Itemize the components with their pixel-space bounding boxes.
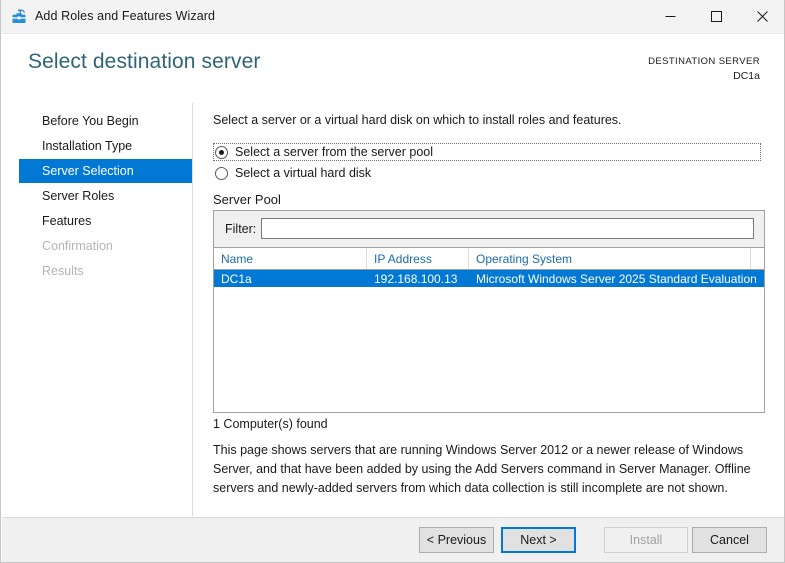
- help-text: This page shows servers that are running…: [213, 443, 751, 495]
- wizard-content: Select a server or a virtual hard disk o…: [194, 103, 784, 516]
- sidebar-item-label: Installation Type: [42, 139, 133, 153]
- column-header-name[interactable]: Name: [214, 248, 367, 269]
- table-row[interactable]: DC1a 192.168.100.13 Microsoft Windows Se…: [214, 270, 764, 287]
- wizard-footer: < Previous Next > Install Cancel: [2, 517, 784, 562]
- computers-found-text: 1 Computer(s) found: [213, 417, 328, 431]
- sidebar-item-installation-type[interactable]: Installation Type: [19, 134, 192, 158]
- sidebar-item-confirmation: Confirmation: [19, 234, 192, 258]
- sidebar-item-results: Results: [19, 259, 192, 283]
- sidebar-item-label: Confirmation: [42, 239, 113, 253]
- sidebar-item-features[interactable]: Features: [19, 209, 192, 233]
- radio-select-virtual-hard-disk[interactable]: Select a virtual hard disk: [213, 164, 413, 182]
- filter-label: Filter:: [225, 222, 257, 236]
- destination-server-value: DC1a: [733, 70, 760, 82]
- sidebar-item-label: Features: [42, 214, 92, 228]
- server-table-header: Name IP Address Operating System: [214, 248, 764, 270]
- sidebar-item-label: Results: [42, 264, 84, 278]
- intro-text: Select a server or a virtual hard disk o…: [213, 113, 622, 127]
- server-pool-group-label: Server Pool: [213, 192, 281, 207]
- column-header-operating-system[interactable]: Operating System: [469, 248, 751, 269]
- minimize-icon[interactable]: [647, 0, 693, 33]
- radio-label: Select a virtual hard disk: [235, 166, 372, 180]
- previous-button[interactable]: < Previous: [419, 527, 494, 553]
- page-title: Select destination server: [28, 50, 261, 73]
- radio-select-server-from-pool[interactable]: Select a server from the server pool: [213, 143, 761, 161]
- close-icon[interactable]: [739, 0, 784, 33]
- radio-label: Select a server from the server pool: [235, 145, 433, 159]
- column-header-extra[interactable]: [751, 248, 764, 269]
- sidebar-item-label: Server Selection: [42, 164, 134, 178]
- server-pool-panel: Filter: Name IP Address Operating System…: [213, 210, 765, 413]
- cell-name: DC1a: [221, 271, 252, 286]
- radio-indicator: [215, 166, 228, 180]
- install-button: Install: [604, 527, 688, 553]
- filter-input[interactable]: [261, 218, 754, 239]
- column-header-ip-address[interactable]: IP Address: [367, 248, 469, 269]
- wizard-steps-sidebar: Before You Begin Installation Type Serve…: [2, 103, 193, 516]
- sidebar-item-server-selection[interactable]: Server Selection: [19, 159, 192, 183]
- sidebar-item-before-you-begin[interactable]: Before You Begin: [19, 109, 192, 133]
- server-table-body: DC1a 192.168.100.13 Microsoft Windows Se…: [214, 270, 764, 412]
- cancel-button[interactable]: Cancel: [692, 527, 767, 553]
- window-title: Add Roles and Features Wizard: [35, 9, 216, 23]
- cell-ip-address: 192.168.100.13: [374, 271, 458, 286]
- title-bar: Add Roles and Features Wizard: [1, 0, 784, 34]
- page-header: Select destination server DESTINATION SE…: [1, 34, 784, 102]
- filter-bar: Filter:: [214, 211, 764, 248]
- wizard-window: Add Roles and Features Wizard Select des…: [0, 0, 785, 563]
- sidebar-item-label: Server Roles: [42, 189, 115, 203]
- destination-server-label: DESTINATION SERVER: [648, 56, 760, 67]
- sidebar-item-label: Before You Begin: [42, 114, 139, 128]
- radio-indicator: [215, 145, 228, 159]
- cell-operating-system: Microsoft Windows Server 2025 Standard E…: [476, 271, 757, 286]
- wizard-toolbox-icon: [11, 8, 29, 26]
- maximize-icon[interactable]: [693, 0, 739, 33]
- next-button[interactable]: Next >: [501, 527, 576, 553]
- sidebar-item-server-roles[interactable]: Server Roles: [19, 184, 192, 208]
